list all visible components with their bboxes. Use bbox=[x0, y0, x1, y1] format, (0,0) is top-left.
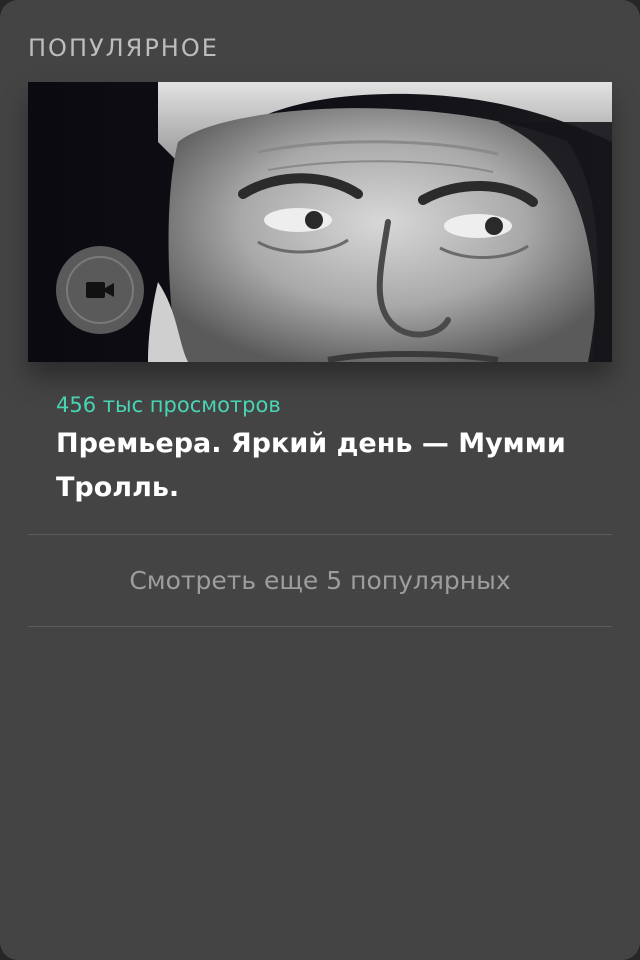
view-count: 456 тыс просмотров bbox=[56, 393, 281, 417]
video-badge-ring bbox=[66, 256, 134, 324]
featured-video-item[interactable]: 456 тыс просмотров Премьера. Яркий день … bbox=[28, 82, 612, 503]
video-meta: 456 тыс просмотров Премьера. Яркий день … bbox=[56, 392, 596, 510]
video-thumbnail[interactable] bbox=[28, 82, 612, 362]
video-title[interactable]: Премьера. Яркий день — Мумми Тролль. bbox=[56, 422, 596, 510]
show-more-popular-link[interactable]: Смотреть еще 5 популярных bbox=[28, 535, 612, 626]
video-camera-icon bbox=[86, 282, 114, 298]
section-title: ПОПУЛЯРНОЕ bbox=[28, 34, 219, 62]
divider-bottom bbox=[28, 626, 612, 627]
video-badge bbox=[56, 246, 144, 334]
popular-card: ПОПУЛЯРНОЕ 456 тыс просмотров Премьера. … bbox=[0, 0, 640, 960]
